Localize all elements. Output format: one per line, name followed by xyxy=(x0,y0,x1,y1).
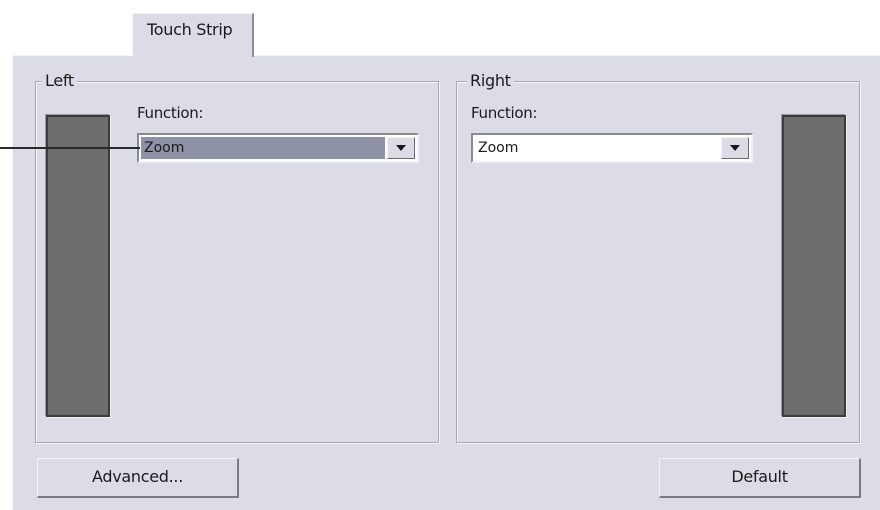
left-group-title: Left xyxy=(42,71,77,90)
tab-panel: Left Function: Zoom Right Function: Zoom… xyxy=(12,55,880,510)
left-function-label: Function: xyxy=(137,104,204,122)
left-function-value: Zoom xyxy=(141,137,385,159)
tab-label: Touch Strip xyxy=(147,20,233,39)
left-touch-strip xyxy=(46,115,110,417)
chevron-down-icon[interactable] xyxy=(721,137,749,159)
left-group: Left Function: Zoom xyxy=(35,71,439,443)
default-button[interactable]: Default xyxy=(659,458,861,498)
touch-strip-settings: Touch Strip Left Function: Zoom Right Fu… xyxy=(0,0,880,510)
right-function-value: Zoom xyxy=(478,140,519,156)
chevron-down-icon[interactable] xyxy=(387,137,415,159)
right-function-label: Function: xyxy=(471,104,538,122)
tab-touch-strip[interactable]: Touch Strip xyxy=(132,13,254,57)
advanced-button[interactable]: Advanced... xyxy=(37,458,239,498)
right-group: Right Function: Zoom xyxy=(456,71,860,443)
right-group-title: Right xyxy=(467,71,514,90)
right-touch-strip xyxy=(782,115,846,417)
right-function-dropdown[interactable]: Zoom xyxy=(471,133,753,163)
left-function-dropdown[interactable]: Zoom xyxy=(137,133,419,163)
callout-line xyxy=(0,147,140,149)
